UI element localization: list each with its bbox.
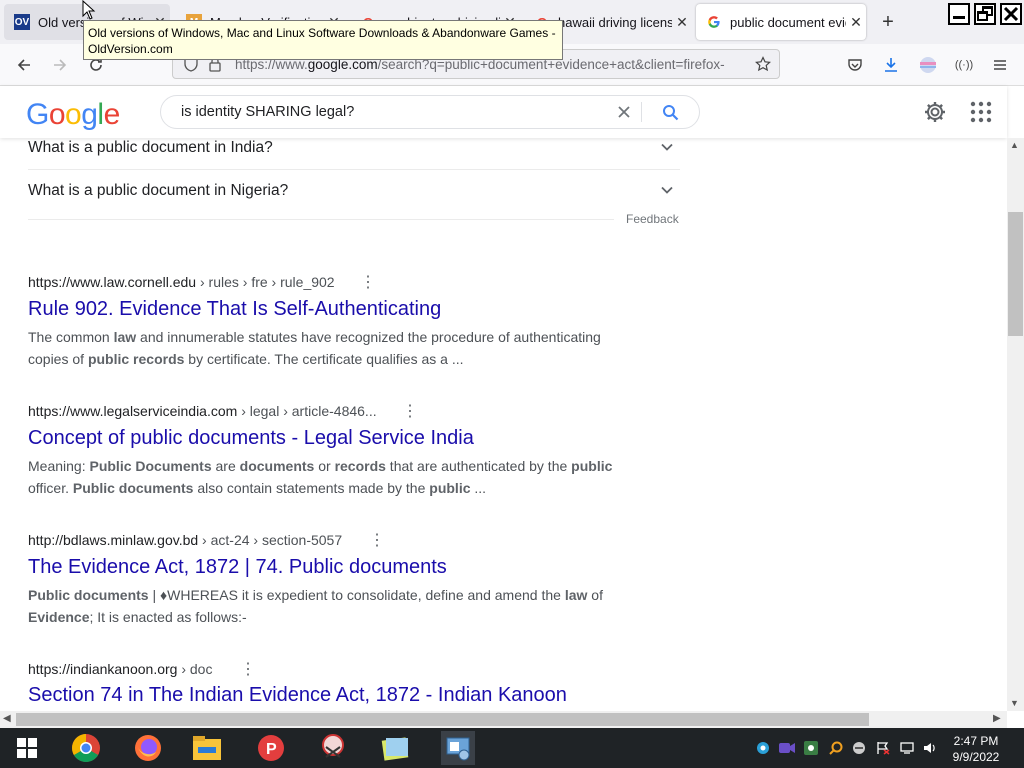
tray-display-icon[interactable] [899,740,915,756]
more-options-icon[interactable]: ⋮ [240,659,256,679]
paa-question-india[interactable]: What is a public document in India? [28,138,680,180]
restore-button[interactable] [974,3,996,25]
search-divider [641,102,642,122]
result-title[interactable]: Section 74 in The Indian Evidence Act, 1… [28,684,567,707]
oldversion-favicon: OV [14,14,30,30]
firefox-icon[interactable] [131,731,165,765]
close-tab-icon[interactable]: ✕ [672,14,692,31]
paa-question-nigeria[interactable]: What is a public document in Nigeria? [28,181,680,223]
result-url[interactable]: https://indiankanoon.org › doc [28,661,212,677]
tray-flag-icon[interactable] [875,740,891,756]
paint-app-icon[interactable]: P [254,731,288,765]
feedback-link[interactable]: Feedback [626,212,679,226]
scroll-down-arrow-icon[interactable]: ▼ [1010,698,1019,708]
google-logo[interactable]: Google [26,98,120,132]
control-panel-icon[interactable] [441,731,475,765]
result-snippet: The common law and innumerable statutes … [28,329,601,367]
account-avatar-icon[interactable] [917,54,939,76]
tray-app-icon[interactable] [803,740,819,756]
clear-search-icon[interactable] [616,104,632,125]
snipping-tool-icon[interactable] [316,731,350,765]
result-url[interactable]: https://www.law.cornell.edu › rules › fr… [28,274,335,290]
scroll-up-arrow-icon[interactable]: ▲ [1010,140,1019,150]
scroll-right-arrow-icon[interactable]: ▶ [993,713,1001,724]
windows-start-icon[interactable] [10,731,44,765]
close-tab-icon[interactable]: ✕ [846,14,866,31]
minimize-button[interactable] [948,3,970,25]
settings-gear-icon[interactable] [923,100,947,129]
chevron-down-icon[interactable] [660,140,674,159]
svg-text:P: P [266,741,277,758]
tray-status-icon[interactable] [851,740,867,756]
tray-video-icon[interactable] [779,740,795,756]
search-box[interactable]: is identity SHARING legal? [160,95,700,129]
result-snippet: Public documents | ♦WHEREAS it is expedi… [28,587,603,625]
tab-public-document[interactable]: public document evidence ✕ [696,4,866,40]
file-explorer-icon[interactable] [190,731,224,765]
tray-volume-icon[interactable] [922,740,938,756]
result-url[interactable]: https://www.legalserviceindia.com › lega… [28,403,377,419]
more-options-icon[interactable]: ⋮ [360,272,376,292]
tab-label: public document evidence [730,14,846,30]
clock-time: 2:47 PM [953,734,999,748]
divider [28,219,614,220]
chrome-icon[interactable] [69,731,103,765]
chevron-down-icon[interactable] [660,183,674,202]
bookmark-star-icon[interactable] [755,56,771,77]
pocket-icon[interactable] [844,54,866,76]
result-snippet: Meaning: Public Documents are documents … [28,458,613,496]
tab-label: hawaii driving license [558,14,672,30]
result-title[interactable]: The Evidence Act, 1872 | 74. Public docu… [28,556,447,579]
paa-question-text: What is a public document in Nigeria? [28,182,289,199]
result-title[interactable]: Rule 902. Evidence That Is Self-Authenti… [28,298,441,321]
result-title[interactable]: Concept of public documents - Legal Serv… [28,427,474,450]
tray-search-icon[interactable] [828,740,844,756]
extensions-icon[interactable]: ((·)) [953,54,975,76]
divider [28,169,680,170]
more-options-icon[interactable]: ⋮ [369,530,385,550]
tab-tooltip: Old versions of Windows, Mac and Linux S… [83,20,563,60]
tray-network-icon[interactable] [755,740,771,756]
more-options-icon[interactable]: ⋮ [402,401,418,421]
search-icon[interactable] [662,104,679,126]
horizontal-scrollbar-thumb[interactable] [16,713,869,726]
back-icon[interactable] [13,54,35,76]
google-apps-icon[interactable] [970,101,992,128]
google-favicon [706,14,722,30]
menu-icon[interactable] [989,54,1011,76]
sticky-notes-icon[interactable] [379,731,413,765]
close-window-button[interactable] [1000,3,1022,25]
vertical-scrollbar-thumb[interactable] [1008,212,1023,336]
search-input[interactable]: is identity SHARING legal? [181,104,354,120]
taskbar-clock[interactable]: 2:47 PM 9/9/2022 [944,733,1008,765]
new-tab-button[interactable]: + [876,10,900,34]
downloads-icon[interactable] [880,54,902,76]
paa-question-text: What is a public document in India? [28,139,273,156]
clock-date: 9/9/2022 [952,750,1000,764]
forward-icon[interactable] [49,54,71,76]
result-url[interactable]: http://bdlaws.minlaw.gov.bd › act-24 › s… [28,532,342,548]
scroll-left-arrow-icon[interactable]: ◀ [3,713,11,724]
